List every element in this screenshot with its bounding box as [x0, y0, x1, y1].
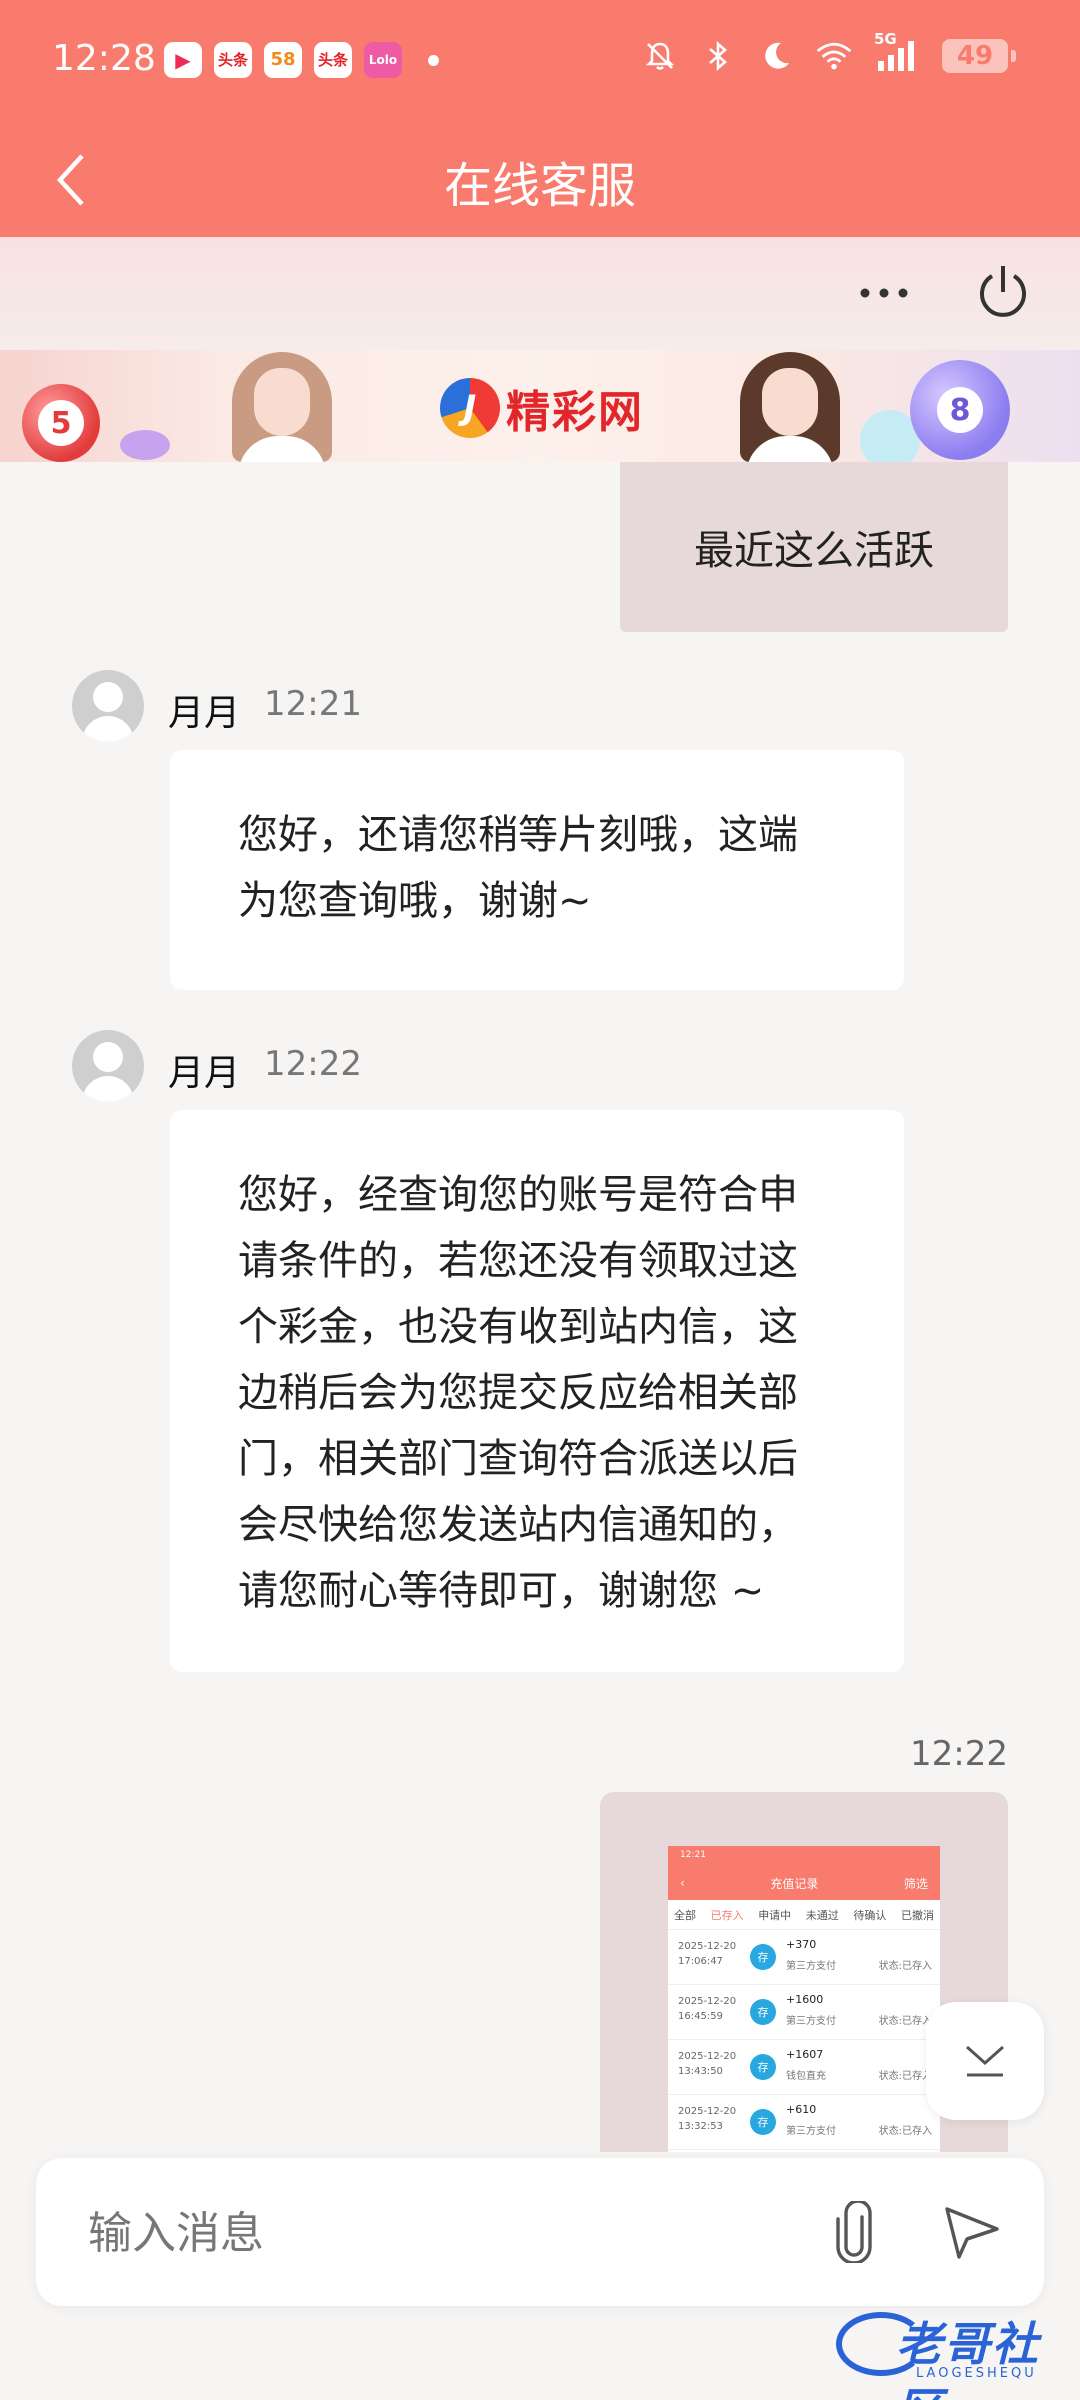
thumb-row: 2025-12-20 17:06:47 存 +370 第三方支付 状态:已存入: [668, 1930, 940, 1985]
brand-logo-mark: J: [440, 378, 500, 438]
brand-logo: J 精彩网: [440, 376, 644, 440]
message-input[interactable]: [88, 2198, 788, 2268]
battery-indicator: 49: [942, 39, 1016, 73]
banner-model-right: [730, 350, 850, 462]
ball-number: 5: [38, 400, 84, 446]
thumb-title: 充值记录: [770, 1876, 819, 1891]
lottery-ball-8: 8: [910, 360, 1010, 460]
watermark-text: 老哥社区: [896, 2317, 1040, 2400]
chat-toolbar: [0, 237, 1080, 350]
thumb-tab: 申请中: [758, 1908, 792, 1922]
moon-icon: [758, 38, 794, 74]
thumb-status-time: 12:21: [668, 1846, 940, 1866]
message-time: 12:22: [910, 1734, 1008, 1774]
arrow-down-icon: [966, 2045, 1004, 2077]
end-chat-button[interactable]: [968, 257, 1038, 327]
thumb-tabs: 全部 已存入 申请中 未通过 待确认 已撤消: [668, 1900, 940, 1930]
thumb-tab: 未通过: [805, 1908, 839, 1922]
message-composer: [36, 2158, 1044, 2306]
send-icon: [945, 2207, 999, 2259]
thumb-row: 2025-12-20 16:45:59 存 +1600 第三方支付 状态:已存入: [668, 1985, 940, 2040]
message-time: 12:21: [264, 684, 362, 724]
more-notifications-dot: [428, 54, 439, 66]
toutiao-lite-app-icon: 头条: [314, 42, 352, 78]
network-type: 5G: [874, 30, 897, 48]
banner-model-left: [222, 350, 342, 462]
watermark: 老哥社区 LAOGESHEQU: [836, 2306, 1068, 2400]
agent-avatar: [72, 670, 144, 742]
thumb-row: 2025-12-20 13:32:53 存 +610 第三方支付 状态:已存入: [668, 2095, 940, 2150]
message-time: 12:22: [264, 1044, 362, 1084]
attach-button[interactable]: [816, 2194, 892, 2270]
status-time: 12:28: [52, 38, 156, 79]
incoming-message: 您好，经查询您的账号是符合申请条件的，若您还没有领取过这个彩金，也没有收到站内信…: [170, 1110, 904, 1672]
wifi-icon: [816, 38, 852, 74]
agent-avatar: [72, 1030, 144, 1102]
thumb-row: 2025-12-20 13:43:50 存 +1607 钱包直充 状态:已存入: [668, 2040, 940, 2095]
power-icon: [980, 266, 1026, 317]
agent-name: 月月: [168, 693, 241, 734]
thumb-tab: 已撤消: [900, 1908, 934, 1922]
promo-banner[interactable]: 5 J 精彩网 8: [0, 350, 1080, 462]
screenshot-thumbnail: 12:21 ‹ 充值记录 筛选 全部 已存入 申请中 未通过 待确认 已撤消 2…: [668, 1846, 940, 2152]
outgoing-message: 最近这么活跃: [620, 462, 1008, 632]
brand-name: 精彩网: [506, 387, 644, 438]
thumb-tab: 待确认: [853, 1908, 887, 1922]
agent-name: 月月: [168, 1053, 241, 1094]
status-bar: 12:28 ▶ 头条 58 头条 Lolo 5G 49: [0, 0, 1080, 122]
thumb-back-icon: ‹: [680, 1876, 685, 1890]
bluetooth-icon: [700, 38, 736, 74]
page-title: 在线客服: [443, 158, 636, 214]
video-app-icon: ▶: [164, 42, 202, 78]
more-dots-icon: [860, 288, 908, 298]
nav-bar: 在线客服: [0, 122, 1080, 237]
thumb-nav: ‹ 充值记录 筛选: [668, 1866, 940, 1900]
thumb-tab: 已存入: [710, 1908, 744, 1922]
chat-messages[interactable]: 最近这么活跃 月月 12:21 您好，还请您稍等片刻哦，这端为您查询哦，谢谢~ …: [0, 462, 1080, 2152]
ball-number: 8: [937, 387, 983, 433]
signal-5g-icon: 5G: [874, 30, 920, 74]
thumb-tab: 全部: [674, 1908, 696, 1922]
scroll-to-bottom-button[interactable]: [926, 2002, 1044, 2120]
send-button[interactable]: [932, 2194, 1012, 2270]
thumb-filter: 筛选: [903, 1876, 928, 1891]
58-app-icon: 58: [264, 42, 302, 78]
lottery-ball-5: 5: [22, 384, 100, 462]
pink-app-icon: Lolo: [364, 42, 402, 78]
banner-decoration: [120, 430, 170, 460]
paperclip-icon: [836, 2201, 872, 2263]
incoming-message: 您好，还请您稍等片刻哦，这端为您查询哦，谢谢~: [170, 750, 904, 990]
toutiao-app-icon: 头条: [214, 42, 252, 78]
system-icons: 5G 49: [642, 30, 1016, 74]
mute-icon: [642, 38, 678, 74]
more-button[interactable]: [850, 259, 918, 327]
notification-apps: ▶ 头条 58 头条 Lolo: [164, 42, 439, 78]
watermark-subtext: LAOGESHEQU: [916, 2366, 1037, 2381]
